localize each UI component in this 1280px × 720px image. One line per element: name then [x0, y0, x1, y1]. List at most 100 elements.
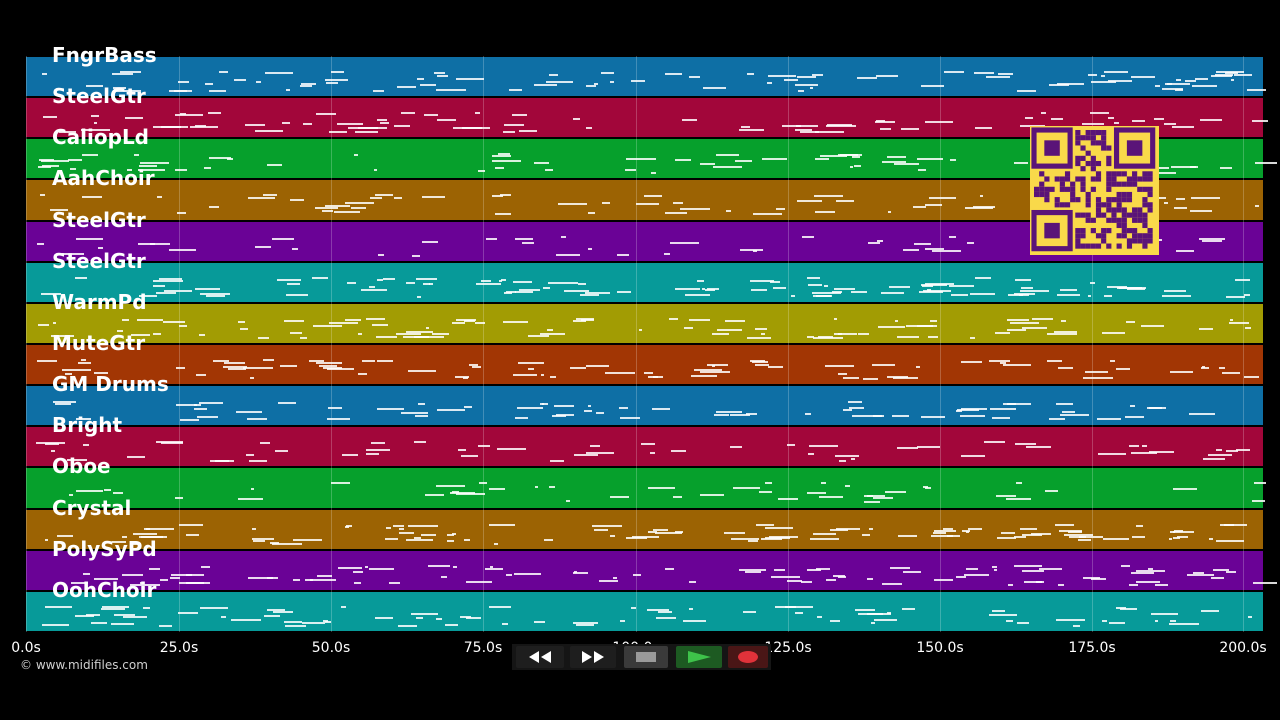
track-label: WarmPd	[52, 289, 147, 314]
note	[399, 531, 414, 534]
note	[1129, 445, 1139, 448]
note	[897, 447, 918, 450]
note	[610, 534, 615, 537]
note	[726, 210, 731, 213]
gridline	[179, 56, 180, 632]
note	[464, 406, 472, 409]
note	[1103, 537, 1129, 540]
note	[931, 534, 960, 537]
note	[406, 281, 415, 284]
note	[287, 282, 300, 285]
note	[1164, 289, 1186, 292]
rewind-button[interactable]	[516, 646, 564, 668]
note	[1091, 577, 1106, 580]
note	[424, 114, 438, 117]
note	[1102, 619, 1107, 622]
note	[1192, 85, 1217, 87]
note	[303, 123, 312, 126]
note	[1252, 120, 1268, 123]
note	[246, 454, 254, 457]
note	[156, 291, 176, 294]
note	[159, 624, 172, 627]
note-layer	[26, 304, 1263, 343]
note	[243, 367, 273, 369]
note	[418, 403, 425, 406]
note	[1216, 71, 1244, 73]
note	[437, 119, 456, 122]
note	[334, 211, 360, 214]
note	[1097, 418, 1121, 421]
note	[1253, 581, 1277, 584]
note	[179, 324, 187, 327]
note	[1060, 288, 1077, 291]
note	[1154, 118, 1164, 121]
note	[798, 90, 804, 92]
track-row: Crystal	[26, 496, 1263, 549]
note	[784, 79, 798, 81]
note	[201, 565, 210, 568]
note	[934, 578, 953, 581]
note	[75, 276, 87, 279]
stop-button[interactable]	[624, 646, 668, 668]
note	[542, 403, 548, 406]
note	[648, 376, 663, 378]
track-row: FngrBass	[26, 43, 1266, 97]
note	[293, 578, 300, 581]
note	[122, 573, 143, 576]
note-layer	[26, 551, 1277, 590]
note	[925, 487, 931, 490]
note	[889, 285, 910, 288]
tick-label: 25.0s	[159, 640, 199, 656]
note	[807, 276, 820, 279]
note	[1164, 123, 1176, 126]
note	[665, 212, 687, 215]
note	[1155, 619, 1158, 622]
note	[768, 75, 796, 77]
note	[1226, 570, 1236, 573]
note	[249, 460, 267, 463]
note	[966, 530, 969, 533]
note	[951, 293, 968, 296]
note	[1101, 75, 1105, 77]
play-button[interactable]	[676, 646, 722, 668]
note	[43, 116, 57, 119]
note	[626, 158, 656, 161]
record-button[interactable]	[728, 646, 768, 668]
note	[112, 73, 133, 75]
note	[248, 197, 275, 200]
note	[346, 524, 352, 527]
note	[541, 374, 544, 376]
rewind-icon	[529, 651, 551, 663]
note	[371, 442, 385, 445]
note	[272, 237, 294, 240]
note	[389, 581, 400, 584]
note	[966, 567, 978, 570]
note	[206, 294, 225, 297]
note	[492, 155, 511, 158]
note	[585, 291, 610, 294]
note	[1174, 207, 1187, 210]
note	[1175, 89, 1183, 91]
note	[284, 620, 302, 623]
note	[1003, 403, 1031, 406]
note	[41, 160, 69, 163]
fast-forward-button[interactable]	[570, 646, 616, 668]
note	[932, 249, 961, 252]
note	[469, 364, 478, 366]
note	[265, 72, 293, 74]
note	[426, 326, 429, 329]
note	[489, 523, 515, 526]
note	[369, 285, 375, 288]
note	[1155, 583, 1168, 586]
note	[756, 523, 774, 526]
note	[605, 372, 635, 374]
note	[1069, 535, 1086, 538]
note	[204, 167, 211, 170]
note	[1104, 294, 1112, 297]
note-layer	[26, 510, 1263, 549]
note	[137, 318, 163, 321]
note	[1114, 122, 1119, 125]
note	[599, 579, 618, 582]
note	[871, 621, 875, 624]
note	[278, 402, 296, 405]
